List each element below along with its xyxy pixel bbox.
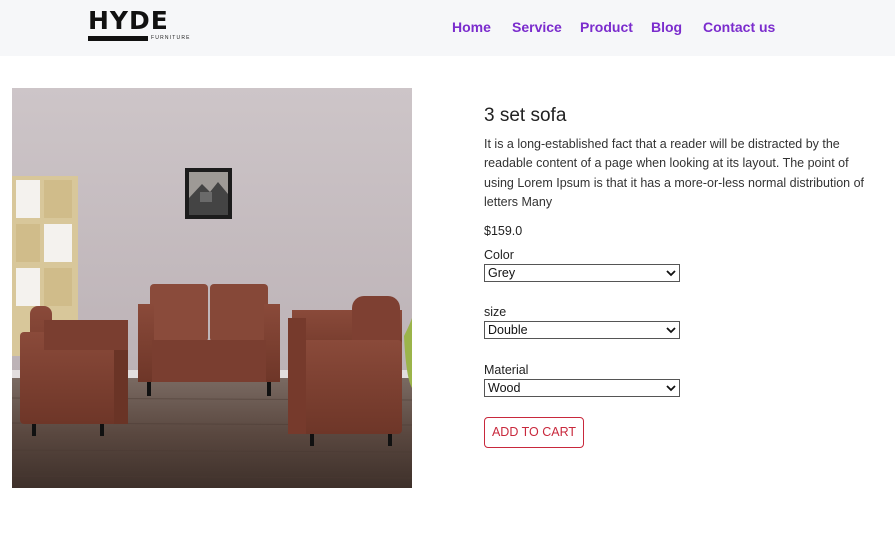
product-description: It is a long-established fact that a rea… xyxy=(484,137,865,209)
size-label: size xyxy=(484,305,507,319)
chevron-down-icon xyxy=(666,385,676,392)
size-select[interactable]: Double xyxy=(484,321,680,339)
brand-logo[interactable]: HYDE FURNITURE xyxy=(88,8,200,44)
nav-home-link[interactable]: Home xyxy=(452,18,491,36)
product-image xyxy=(12,88,412,488)
color-label: Color xyxy=(484,248,514,262)
product-price: $159.0 xyxy=(484,224,523,238)
material-select[interactable]: Wood xyxy=(484,379,680,397)
material-label: Material xyxy=(484,363,529,377)
chevron-down-icon xyxy=(666,327,676,334)
product-title: 3 set sofa xyxy=(484,105,567,126)
nav-service-link[interactable]: Service xyxy=(512,18,562,36)
chevron-down-icon xyxy=(666,270,676,277)
size-select-value: Double xyxy=(488,323,528,337)
product-details: 3 set sofa It is a long-established fact… xyxy=(484,104,874,212)
sofa-set-photo xyxy=(12,88,412,488)
site-header: HYDE FURNITURE Home Service Product Blog… xyxy=(0,0,895,56)
nav-product-link[interactable]: Product xyxy=(580,18,633,36)
color-select[interactable]: Grey xyxy=(484,264,680,282)
nav-blog-link[interactable]: Blog xyxy=(651,18,682,36)
color-select-value: Grey xyxy=(488,266,516,280)
nav-contact-link[interactable]: Contact us xyxy=(703,18,775,36)
add-to-cart-button[interactable]: ADD TO CART xyxy=(484,417,584,448)
brand-tagline: FURNITURE xyxy=(151,35,191,41)
brand-name: HYDE xyxy=(88,6,169,35)
logo-underline xyxy=(88,36,148,41)
material-select-value: Wood xyxy=(488,381,521,395)
